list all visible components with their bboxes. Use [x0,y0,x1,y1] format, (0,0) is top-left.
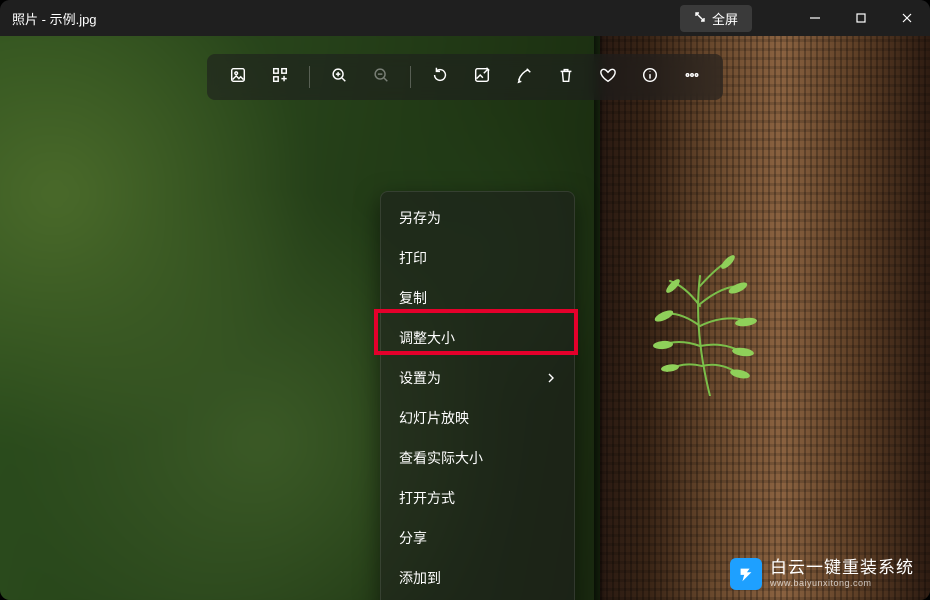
menu-item-label: 添加到 [399,568,441,588]
file-name: 示例.jpg [50,12,97,27]
menu-item-label: 打开方式 [399,488,455,508]
menu-item-copy[interactable]: 复制 [381,278,574,318]
menu-item-share[interactable]: 分享 [381,518,574,558]
close-button[interactable] [884,0,930,36]
more-button[interactable] [673,60,711,94]
edit-image-icon [473,66,491,89]
delete-button[interactable] [547,60,585,94]
maximize-button[interactable] [838,0,884,36]
watermark-text-block: 白云一键重装系统 www.baiyunxitong.com [770,559,914,589]
menu-item-actual-size[interactable]: 查看实际大小 [381,438,574,478]
fullscreen-icon [694,11,706,26]
chevron-right-icon [546,370,556,386]
markup-icon [515,66,533,89]
photos-app-window: 照片 - 示例.jpg 全屏 [0,0,930,600]
trash-icon [557,66,575,89]
window-title: 照片 - 示例.jpg [12,9,97,28]
toolbar-separator [410,66,411,88]
fullscreen-button[interactable]: 全屏 [680,5,752,32]
menu-item-resize[interactable]: 调整大小 [381,318,574,358]
rotate-icon [431,66,449,89]
zoom-in-button[interactable] [320,60,358,94]
info-button[interactable] [631,60,669,94]
image-icon [229,66,247,89]
edit-image-button[interactable] [463,60,501,94]
app-name: 照片 [12,12,38,27]
watermark-logo-icon [730,558,762,590]
menu-item-save-as[interactable]: 另存为 [381,198,574,238]
menu-item-label: 幻灯片放映 [399,408,469,428]
watermark: 白云一键重装系统 www.baiyunxitong.com [730,558,914,590]
image-canvas[interactable]: 另存为 打印 复制 调整大小 设置为 幻灯片放映 查看实际大小 [0,36,930,600]
menu-item-label: 调整大小 [399,328,455,348]
menu-item-label: 设置为 [399,368,441,388]
menu-item-set-as[interactable]: 设置为 [381,358,574,398]
menu-item-label: 分享 [399,528,427,548]
toolbar-separator [309,66,310,88]
filmstrip-button[interactable] [261,60,299,94]
menu-item-add-to[interactable]: 添加到 [381,558,574,598]
zoom-out-icon [372,66,390,89]
watermark-url: www.baiyunxitong.com [770,579,914,589]
menu-item-open-with[interactable]: 打开方式 [381,478,574,518]
more-icon [683,66,701,89]
favorite-button[interactable] [589,60,627,94]
fullscreen-label: 全屏 [712,9,738,28]
rotate-button[interactable] [421,60,459,94]
markup-button[interactable] [505,60,543,94]
zoom-out-button[interactable] [362,60,400,94]
menu-item-print[interactable]: 打印 [381,238,574,278]
title-bar: 照片 - 示例.jpg 全屏 [0,0,930,36]
menu-item-label: 打印 [399,248,427,268]
fern-graphic [640,246,780,396]
menu-item-label: 复制 [399,288,427,308]
context-menu: 另存为 打印 复制 调整大小 设置为 幻灯片放映 查看实际大小 [380,191,575,600]
menu-item-label: 查看实际大小 [399,448,483,468]
zoom-in-icon [330,66,348,89]
menu-item-label: 另存为 [399,208,441,228]
minimize-button[interactable] [792,0,838,36]
window-controls [792,0,930,36]
menu-item-slideshow[interactable]: 幻灯片放映 [381,398,574,438]
heart-icon [599,66,617,89]
watermark-text: 白云一键重装系统 [770,559,914,578]
grid-add-icon [271,66,289,89]
photo-toolbar [207,54,723,100]
view-image-button[interactable] [219,60,257,94]
info-icon [641,66,659,89]
